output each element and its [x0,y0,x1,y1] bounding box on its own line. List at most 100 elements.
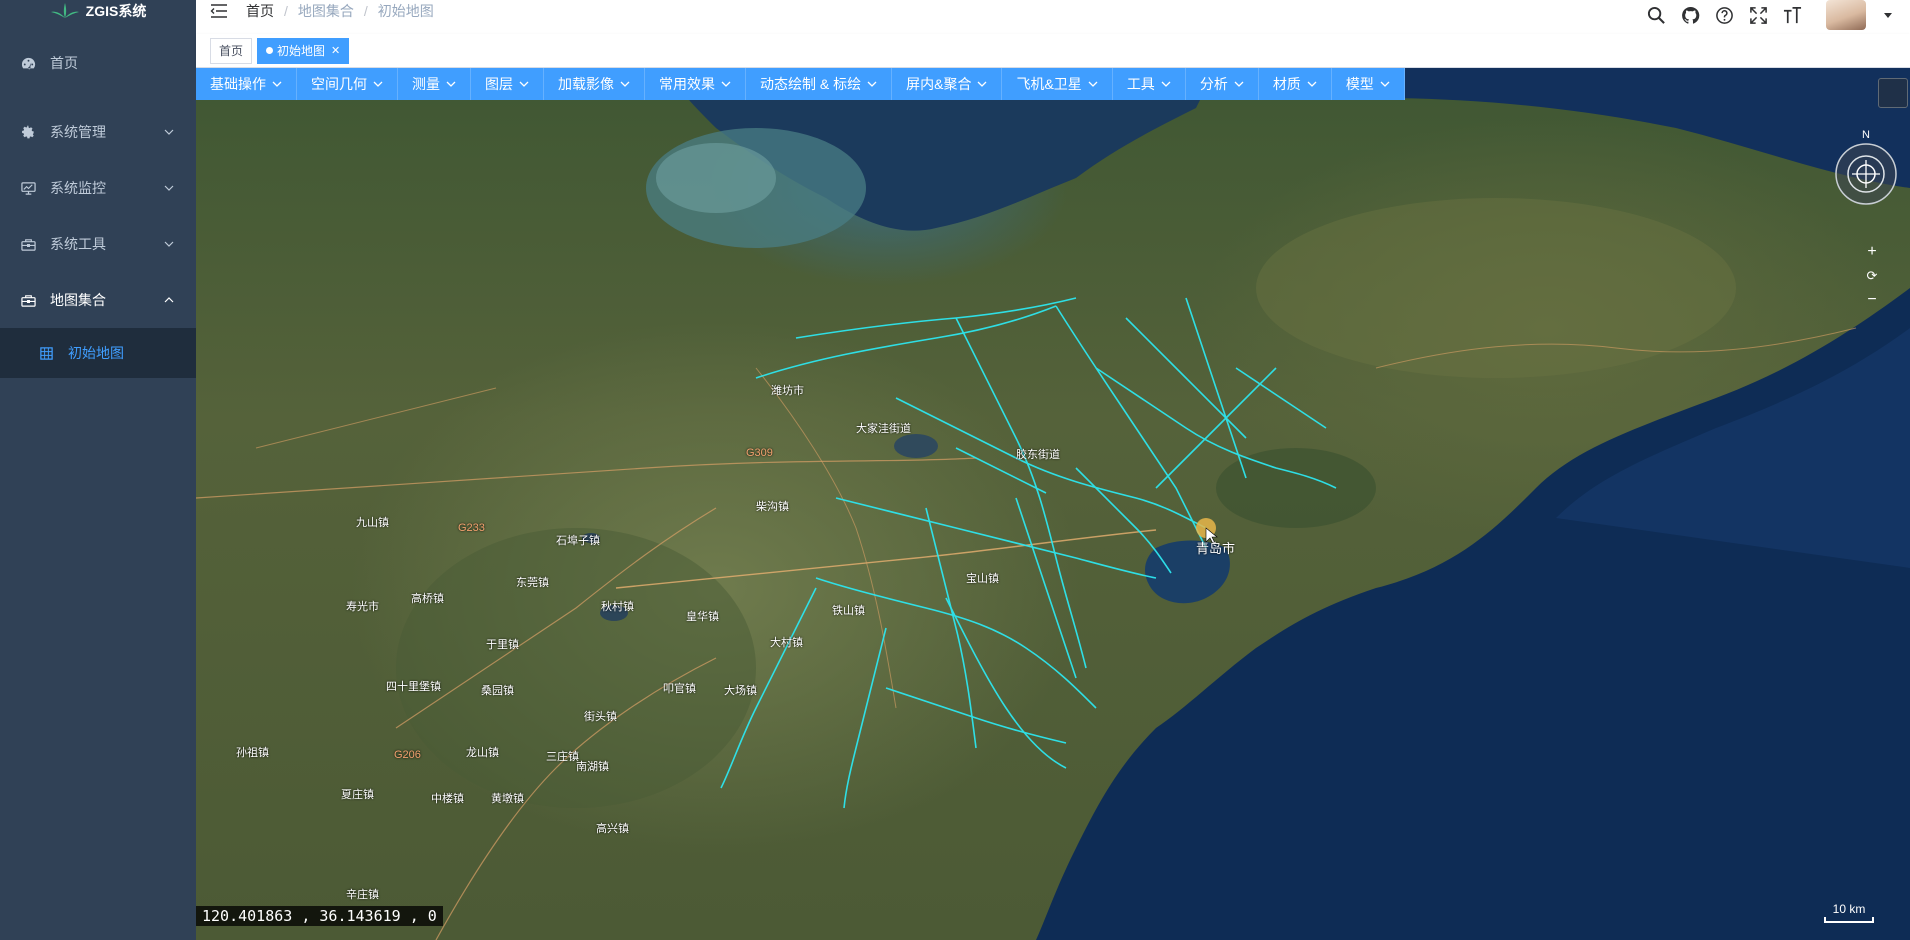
chevron-down-icon [721,81,731,87]
toolbar-aircraft-satellite[interactable]: 飞机&卫星 [1002,68,1113,100]
help-icon[interactable] [1714,5,1734,25]
map-label-road: G233 [458,522,485,534]
tag-home[interactable]: 首页 [210,37,253,64]
caret-down-icon[interactable] [1884,11,1892,19]
toolbar-label: 基础操作 [210,76,266,92]
breadcrumb-map-collection[interactable]: 地图集合 [298,1,354,21]
hamburger-icon[interactable] [210,2,228,20]
zoom-out-button[interactable]: − [1864,291,1880,308]
chevron-down-icon [978,81,987,87]
toolbox-icon [20,236,36,252]
coordinate-readout: 120.401863 , 36.143619 , 0 [196,906,443,926]
logo[interactable]: ZGIS系统 [0,0,196,22]
toolbar-label: 屏内&聚合 [906,76,972,92]
toolbar-tools[interactable]: 工具 [1112,68,1186,100]
map-label: 柴沟镇 [756,501,789,513]
sidebar-item-system-management[interactable]: 系统管理 [0,104,196,160]
map-label-city: 青岛市 [1196,541,1236,556]
map-label: 铁山镇 [832,605,865,617]
map-label: 石埠子镇 [556,535,600,547]
toolbar-label: 飞机&卫星 [1016,76,1082,92]
breadcrumb-home[interactable]: 首页 [246,1,274,21]
toolbar-model[interactable]: 模型 [1331,68,1405,100]
sidebar-item-label: 初始地图 [68,345,124,361]
sidebar-item-map-collection[interactable]: 地图集合 [0,272,196,328]
toolbar-layers[interactable]: 图层 [471,68,544,100]
breadcrumb-separator: / [284,3,288,19]
map-label-road: G309 [746,447,773,459]
map-label: 孙祖镇 [236,747,269,759]
sidebar-item-label: 系统工具 [50,236,106,252]
sidebar-item-label: 首页 [50,55,78,71]
toolbar-measure[interactable]: 测量 [398,68,471,100]
chevron-down-icon [164,241,174,247]
sidebar-item-system-monitor[interactable]: 系统监控 [0,160,196,216]
map-label: 高兴镇 [596,823,629,835]
chevron-down-icon [1380,81,1390,87]
sidebar-item-label: 系统监控 [50,180,106,196]
toolbar-basic-ops[interactable]: 基础操作 [196,68,297,100]
map-label: 大村镇 [770,637,803,649]
map-label: 龙山镇 [466,747,499,759]
grid-icon [38,345,54,361]
logo-icon [50,3,79,18]
navbar-actions [1646,0,1910,30]
scale-label: 10 km [1832,902,1866,916]
toolbar-load-imagery[interactable]: 加载影像 [544,68,645,100]
logo-text: ZGIS系统 [85,3,147,19]
map-label: 夏庄镇 [341,789,374,801]
chevron-down-icon [1234,81,1244,87]
gear-icon [20,124,36,140]
zoom-controls: + ⟳ − [1864,243,1880,308]
map-label: 皇华镇 [686,611,719,623]
zoom-in-button[interactable]: + [1864,243,1880,260]
map-label: 九山镇 [356,517,389,529]
toolbar-screen-cluster[interactable]: 屏内&聚合 [892,68,1003,100]
toolbar-label: 模型 [1345,76,1374,92]
submenu-map-collection: 初始地图 [0,328,196,378]
compass-icon[interactable]: N [1834,128,1898,208]
map-label: 街头镇 [584,711,617,723]
scale-bar: 10 km [1824,902,1874,923]
reset-view-button[interactable]: ⟳ [1864,268,1880,284]
sidebar-item-system-tools[interactable]: 系统工具 [0,216,196,272]
search-icon[interactable] [1646,5,1666,25]
github-icon[interactable] [1680,5,1700,25]
toolbar-dynamic-draw[interactable]: 动态绘制 & 标绘 [746,68,893,100]
toolbar-spatial-geometry[interactable]: 空间几何 [297,68,398,100]
layer-toggle-button[interactable] [1878,78,1908,108]
map-label: 黄墩镇 [491,793,524,805]
toolbar-common-effects[interactable]: 常用效果 [645,68,746,100]
navbar: 首页 / 地图集合 / 初始地图 [196,0,1910,30]
sidebar: ZGIS系统 首页 系统管理 系统监控 系统工具 地图集合 初始地图 [0,0,196,940]
fullscreen-icon[interactable] [1748,5,1768,25]
font-size-icon[interactable] [1782,5,1802,25]
map-viewer[interactable]: 青岛市 潍坊市 大家洼街道 宝山镇 胶东街道 九山镇 高桥镇 于里镇 石埠子镇 … [196,68,1910,940]
map-imagery [196,68,1910,940]
breadcrumb-separator: / [363,3,368,19]
map-label: 东莞镇 [516,577,549,589]
dashboard-icon [20,55,36,71]
chevron-down-icon [620,81,630,87]
scale-bar-line [1824,917,1874,923]
toolbar-materials[interactable]: 材质 [1258,68,1332,100]
tag-initial-map[interactable]: 初始地图 ✕ [257,37,350,64]
sidebar-item-home[interactable]: 首页 [0,22,196,104]
toolbar-label: 材质 [1272,76,1301,92]
toolbar-label: 动态绘制 & 标绘 [760,76,862,92]
map-label: 秋村镇 [601,601,634,613]
avatar[interactable] [1826,0,1866,30]
map-label: 叩官镇 [663,683,696,695]
map-toolbar: 基础操作 空间几何 测量 图层 加载影像 常用效果 动态绘制 & 标绘 屏内&聚… [196,68,1406,100]
sidebar-item-label: 地图集合 [50,292,106,308]
sidebar-item-initial-map[interactable]: 初始地图 [0,328,196,378]
breadcrumb-initial-map: 初始地图 [377,3,434,19]
chevron-down-icon [1161,81,1171,87]
toolbar-analysis[interactable]: 分析 [1185,68,1259,100]
close-icon[interactable]: ✕ [331,39,340,63]
map-label: 四十里堡镇 [386,681,441,693]
toolbar-label: 加载影像 [558,76,614,92]
toolbox-icon [20,292,36,308]
map-label: 大场镇 [724,685,757,697]
toolbar-label: 工具 [1126,76,1155,92]
